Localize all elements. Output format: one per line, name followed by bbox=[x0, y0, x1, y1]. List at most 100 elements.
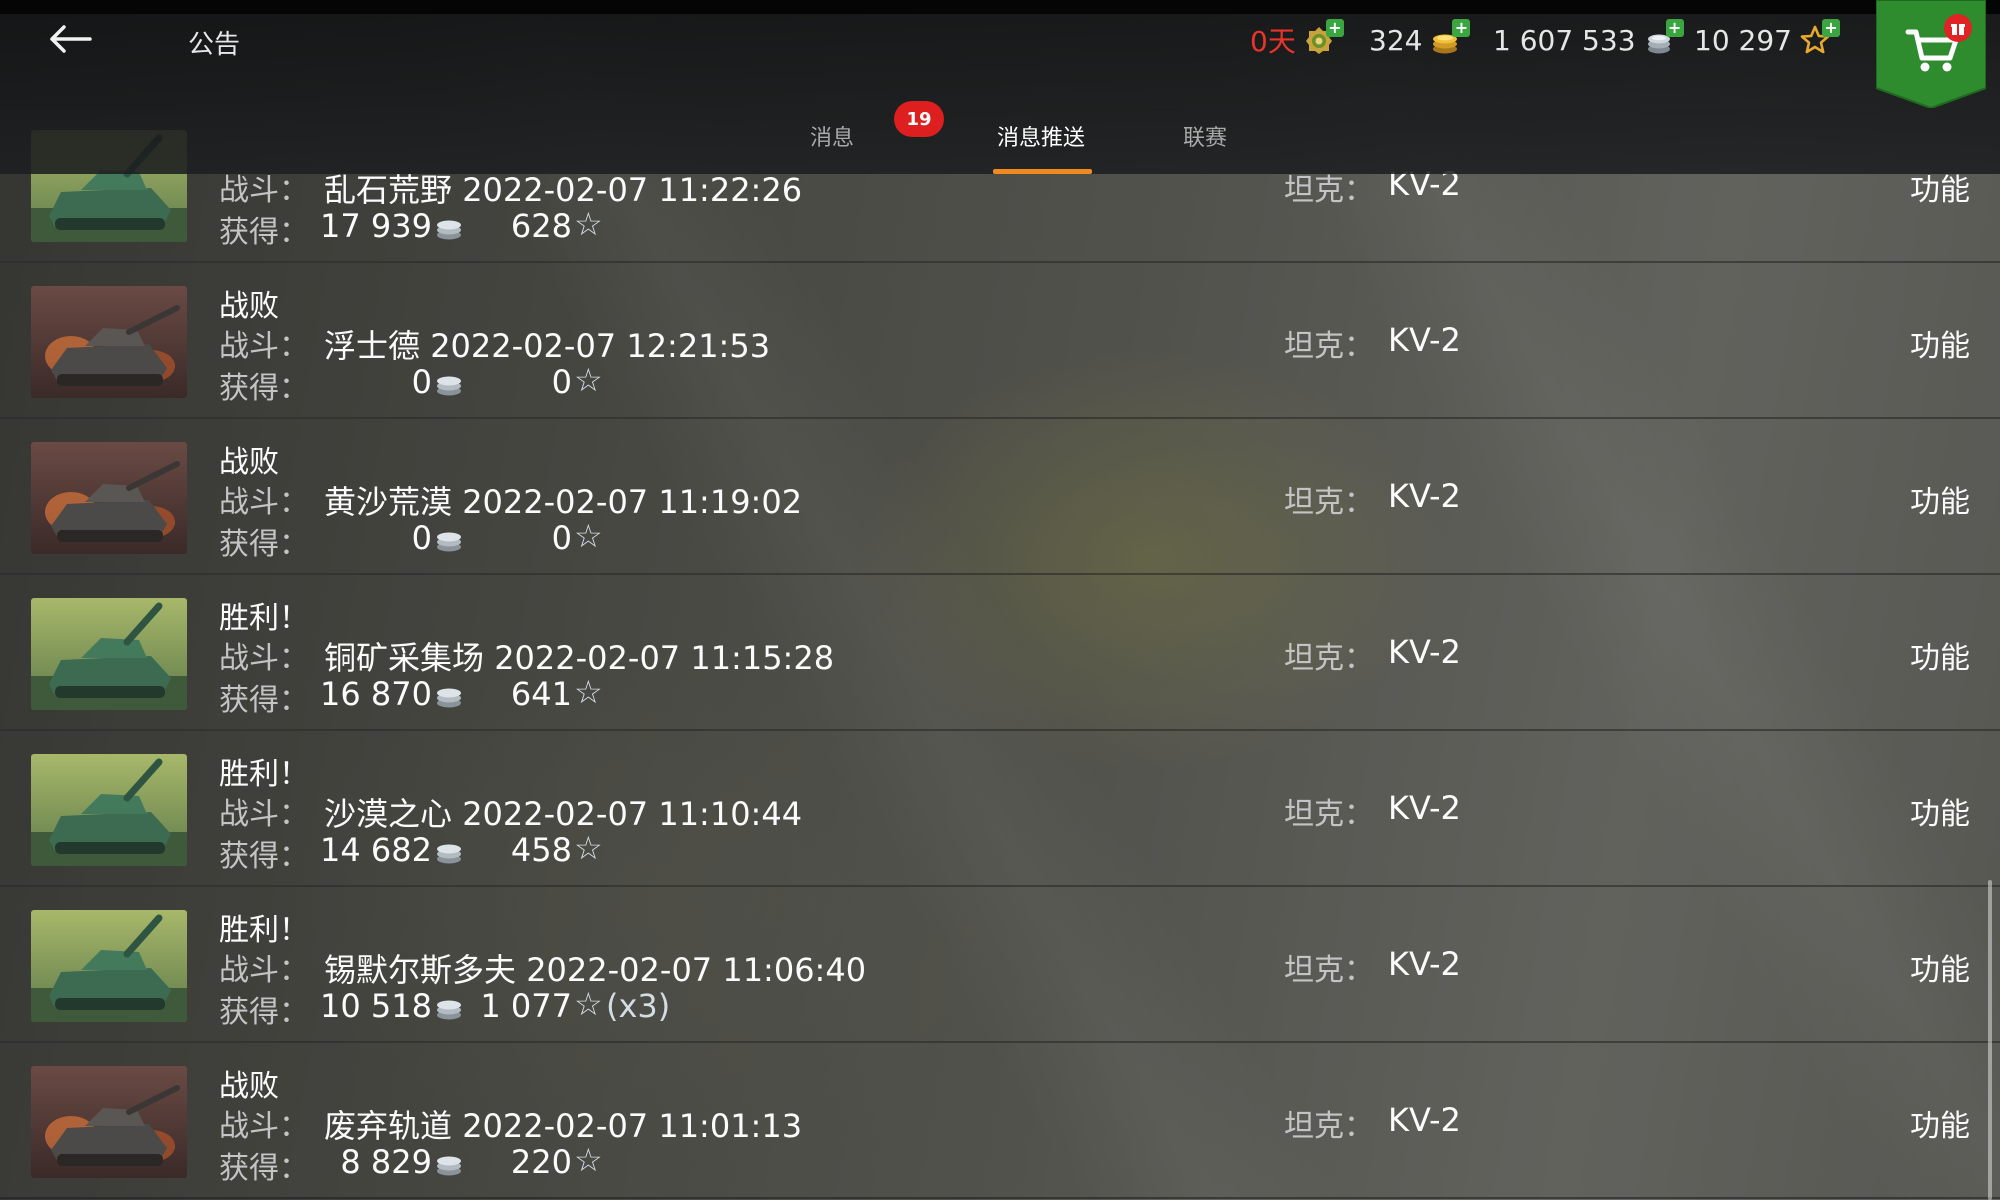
tab-messages-badge: 19 bbox=[894, 101, 944, 137]
battle-datetime: 2022-02-07 11:01:13 bbox=[462, 1107, 803, 1145]
tank-thumbnail-defeat bbox=[31, 1066, 187, 1178]
free-xp-counter[interactable]: 10 297 + bbox=[1694, 19, 1840, 60]
tab-message-push[interactable]: 消息推送 bbox=[997, 120, 1085, 152]
battle-datetime: 2022-02-07 11:15:28 bbox=[494, 639, 835, 677]
tank-label: 坦克： bbox=[1284, 953, 1374, 988]
xp-earned: 220 bbox=[510, 1143, 572, 1181]
battle-datetime: 2022-02-07 11:22:26 bbox=[462, 171, 803, 209]
xp-earned: 628 bbox=[510, 207, 572, 245]
tank-thumbnail-victory bbox=[31, 598, 187, 710]
star-icon: ☆ bbox=[574, 673, 603, 711]
credits-counter[interactable]: 1 607 533 + bbox=[1493, 19, 1684, 60]
function-button[interactable]: 功能 bbox=[1910, 477, 1970, 521]
silver-coins-icon bbox=[437, 220, 461, 240]
battle-info: 沙漠之心 2022-02-07 11:10:44 bbox=[324, 789, 802, 835]
battle-label: 战斗： bbox=[219, 641, 309, 676]
battle-datetime: 2022-02-07 11:10:44 bbox=[462, 795, 803, 833]
earned-label: 获得： bbox=[219, 683, 309, 718]
battle-row[interactable]: 战败 战斗： 浮士德 2022-02-07 12:21:53 获得： 0 0 ☆ 坦克： KV-… bbox=[0, 261, 2000, 419]
silver-coins-icon bbox=[437, 376, 461, 396]
battle-info: 浮士德 2022-02-07 12:21:53 bbox=[324, 321, 770, 367]
tank-label: 坦克： bbox=[1284, 485, 1374, 520]
top-bar: 公告 0天 + 324 + 1 607 533 + 10 297 + 消息 19… bbox=[0, 0, 2000, 174]
tank-label: 坦克： bbox=[1284, 1109, 1374, 1144]
star-icon: ☆ bbox=[574, 829, 603, 867]
gift-icon bbox=[1951, 24, 1965, 35]
credits-earned: 17 939 bbox=[320, 207, 432, 245]
tank-label: 坦克： bbox=[1284, 641, 1374, 676]
function-button[interactable]: 功能 bbox=[1910, 789, 1970, 833]
battle-result: 战败 bbox=[219, 445, 279, 480]
map-name: 锡默尔斯多夫 bbox=[324, 951, 517, 989]
premium-days-counter[interactable]: 0天 + bbox=[1250, 19, 1344, 60]
battle-result: 战败 bbox=[219, 289, 279, 324]
xp-earned: 641 bbox=[510, 675, 572, 713]
xp-earned: 0 bbox=[551, 363, 572, 401]
battle-row[interactable]: 战败 战斗： 黄沙荒漠 2022-02-07 11:19:02 获得： 0 0 ☆ 坦克： KV… bbox=[0, 417, 2000, 575]
tank-name: KV-2 bbox=[1388, 1101, 1461, 1139]
tank-label: 坦克： bbox=[1284, 329, 1374, 364]
tab-messages[interactable]: 消息 bbox=[810, 120, 854, 152]
arrow-left-icon bbox=[50, 25, 92, 53]
active-tab-indicator bbox=[993, 169, 1092, 174]
gold-coins-icon: + bbox=[1430, 19, 1471, 55]
tab-league[interactable]: 联赛 bbox=[1183, 120, 1227, 152]
battle-datetime: 2022-02-07 11:19:02 bbox=[462, 483, 803, 521]
battle-row[interactable]: 胜利！ 战斗： 沙漠之心 2022-02-07 11:10:44 获得： 14 682 4… bbox=[0, 729, 2000, 887]
scrollbar[interactable] bbox=[1988, 880, 1992, 1200]
star-icon: ☆ bbox=[574, 361, 603, 399]
earned-label: 获得： bbox=[219, 527, 309, 562]
battle-datetime: 2022-02-07 12:21:53 bbox=[430, 327, 771, 365]
battle-label: 战斗： bbox=[219, 485, 309, 520]
system-status-bar bbox=[0, 0, 2000, 14]
tank-name: KV-2 bbox=[1388, 477, 1461, 515]
back-button[interactable] bbox=[44, 20, 96, 58]
map-name: 黄沙荒漠 bbox=[324, 483, 453, 521]
credits-earned: 0 bbox=[411, 363, 432, 401]
tank-label: 坦克： bbox=[1284, 797, 1374, 832]
function-button[interactable]: 功能 bbox=[1910, 633, 1970, 677]
silver-coins-icon bbox=[437, 844, 461, 864]
gold-counter[interactable]: 324 + bbox=[1369, 19, 1471, 60]
earned-label: 获得： bbox=[219, 215, 309, 250]
free-xp-value: 10 297 bbox=[1694, 23, 1792, 57]
map-name: 沙漠之心 bbox=[324, 795, 453, 833]
function-button[interactable]: 功能 bbox=[1910, 1101, 1970, 1145]
credits-earned: 14 682 bbox=[320, 831, 432, 869]
battle-info: 废弃轨道 2022-02-07 11:01:13 bbox=[324, 1101, 802, 1147]
silver-coins-icon bbox=[437, 1000, 461, 1020]
credits-earned: 0 bbox=[411, 519, 432, 557]
function-button[interactable]: 功能 bbox=[1910, 321, 1970, 365]
tank-name: KV-2 bbox=[1388, 321, 1461, 359]
silver-coins-icon bbox=[437, 688, 461, 708]
page-title: 公告 bbox=[188, 30, 241, 60]
battle-row[interactable]: 胜利！ 战斗： 铜矿采集场 2022-02-07 11:15:28 获得： 16 870… bbox=[0, 573, 2000, 731]
map-name: 铜矿采集场 bbox=[324, 639, 485, 677]
tank-thumbnail-defeat bbox=[31, 286, 187, 398]
plus-icon[interactable]: + bbox=[1452, 19, 1471, 37]
shop-button[interactable] bbox=[1875, 0, 1987, 110]
map-name: 浮士德 bbox=[324, 327, 421, 365]
plus-icon[interactable]: + bbox=[1325, 19, 1344, 37]
tank-name: KV-2 bbox=[1388, 789, 1461, 827]
map-name: 废弃轨道 bbox=[324, 1107, 453, 1145]
tank-thumbnail-defeat bbox=[31, 442, 187, 554]
tank-name: KV-2 bbox=[1388, 633, 1461, 671]
battle-row[interactable]: 战败 战斗： 废弃轨道 2022-02-07 11:01:13 获得： 8 829 220… bbox=[0, 1041, 2000, 1199]
credits-earned: 16 870 bbox=[320, 675, 432, 713]
battle-message-list[interactable]: 战斗： 乱石荒野 2022-02-07 11:22:26 获得： 17 939 628 ☆… bbox=[0, 108, 2000, 1200]
earned-label: 获得： bbox=[219, 839, 309, 874]
battle-info: 黄沙荒漠 2022-02-07 11:19:02 bbox=[324, 477, 802, 523]
battle-result: 战败 bbox=[219, 1069, 279, 1104]
battle-result: 胜利！ bbox=[219, 601, 309, 636]
gold-value: 324 bbox=[1369, 23, 1423, 57]
plus-icon[interactable]: + bbox=[1821, 19, 1840, 37]
function-button[interactable]: 功能 bbox=[1910, 945, 1970, 989]
battle-label: 战斗： bbox=[219, 1109, 309, 1144]
battle-label: 战斗： bbox=[219, 329, 309, 364]
battle-label: 战斗： bbox=[219, 953, 309, 988]
plus-icon[interactable]: + bbox=[1665, 19, 1684, 37]
star-icon: ☆ bbox=[574, 205, 603, 243]
credits-value: 1 607 533 bbox=[1493, 23, 1636, 57]
battle-row[interactable]: 胜利！ 战斗： 锡默尔斯多夫 2022-02-07 11:06:40 获得： 10 51… bbox=[0, 885, 2000, 1043]
